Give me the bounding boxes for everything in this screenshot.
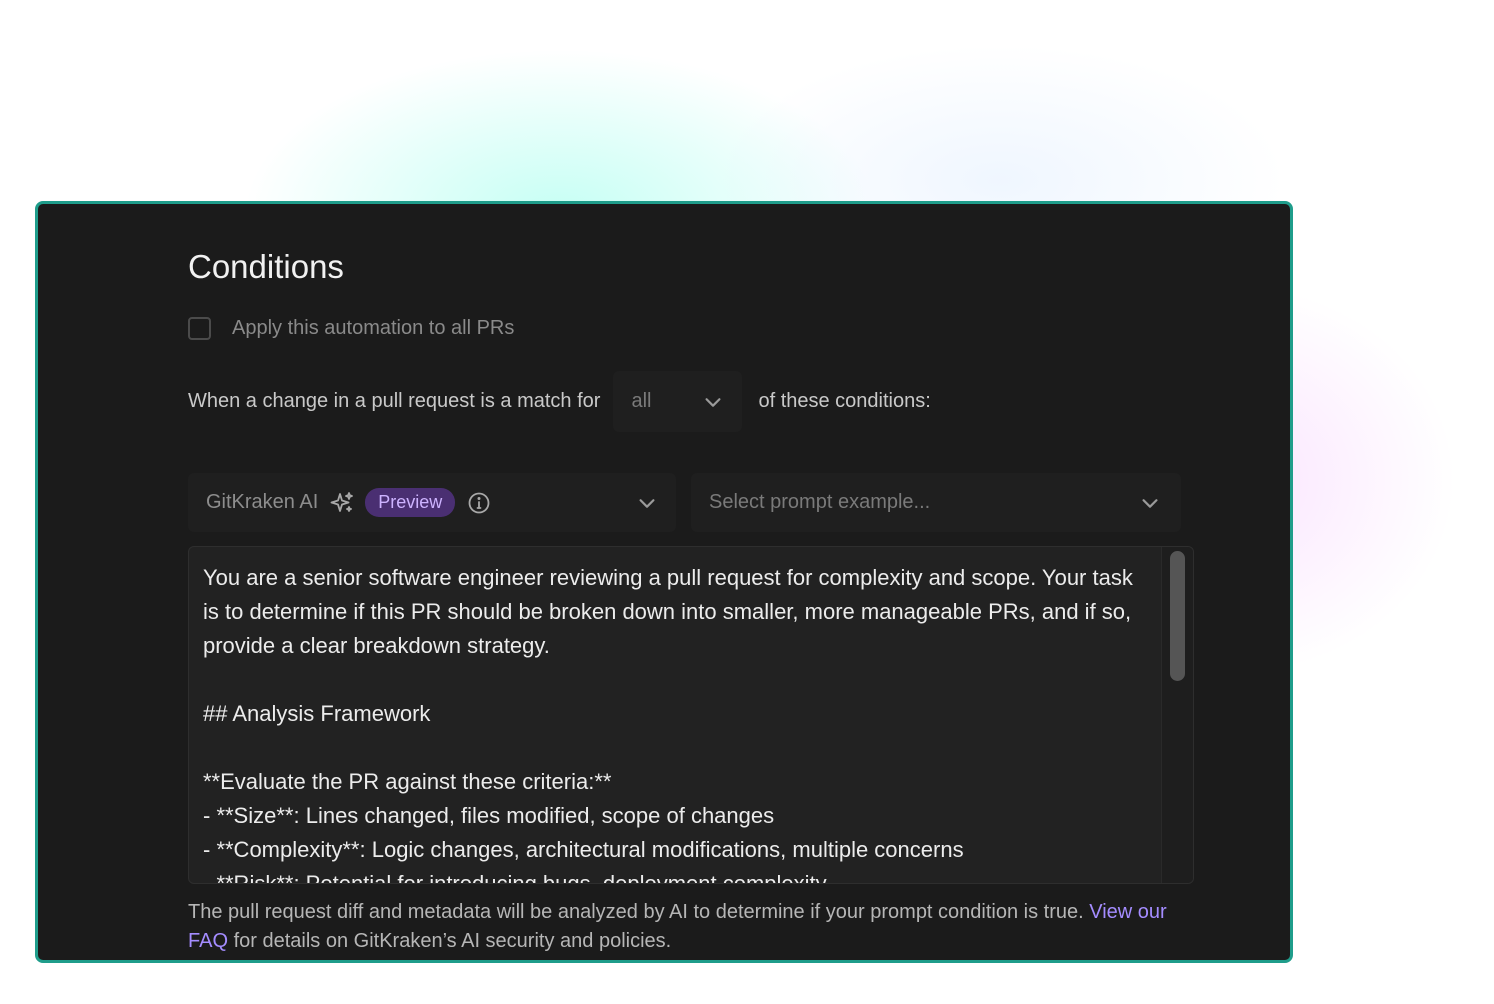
match-mode-value: all [631,390,652,412]
ai-disclaimer: The pull request diff and metadata will … [188,898,1188,956]
scrollbar-thumb[interactable] [1170,551,1185,681]
prompt-textarea[interactable]: You are a senior software engineer revie… [188,546,1194,884]
conditions-panel: Conditions Apply this automation to all … [35,201,1293,963]
apply-all-row[interactable]: Apply this automation to all PRs [188,317,514,340]
ai-source-select[interactable]: GitKraken AI Preview [188,473,676,532]
apply-all-label[interactable]: Apply this automation to all PRs [232,317,514,340]
prompt-example-placeholder: Select prompt example... [709,491,931,513]
match-prefix-text: When a change in a pull request is a mat… [188,390,601,412]
chevron-down-icon [705,397,721,407]
match-suffix-text: of these conditions: [758,390,931,412]
section-title: Conditions [188,248,344,285]
prompt-text[interactable]: You are a senior software engineer revie… [203,561,1145,883]
chevron-down-icon [639,498,655,508]
preview-badge: Preview [365,488,456,517]
chevron-down-icon [1142,498,1158,508]
sparkles-icon [330,491,354,512]
ai-source-label: GitKraken AI [206,491,319,513]
textarea-scrollbar[interactable] [1161,547,1193,883]
disclaimer-text-2: for details on GitKraken’s AI security a… [228,930,672,952]
match-mode-select[interactable]: all [613,371,743,432]
apply-all-checkbox[interactable] [188,317,211,340]
info-icon[interactable] [467,491,491,515]
prompt-example-select[interactable]: Select prompt example... [691,473,1181,532]
match-row: When a change in a pull request is a mat… [188,371,931,432]
disclaimer-text-1: The pull request diff and metadata will … [188,901,1090,923]
